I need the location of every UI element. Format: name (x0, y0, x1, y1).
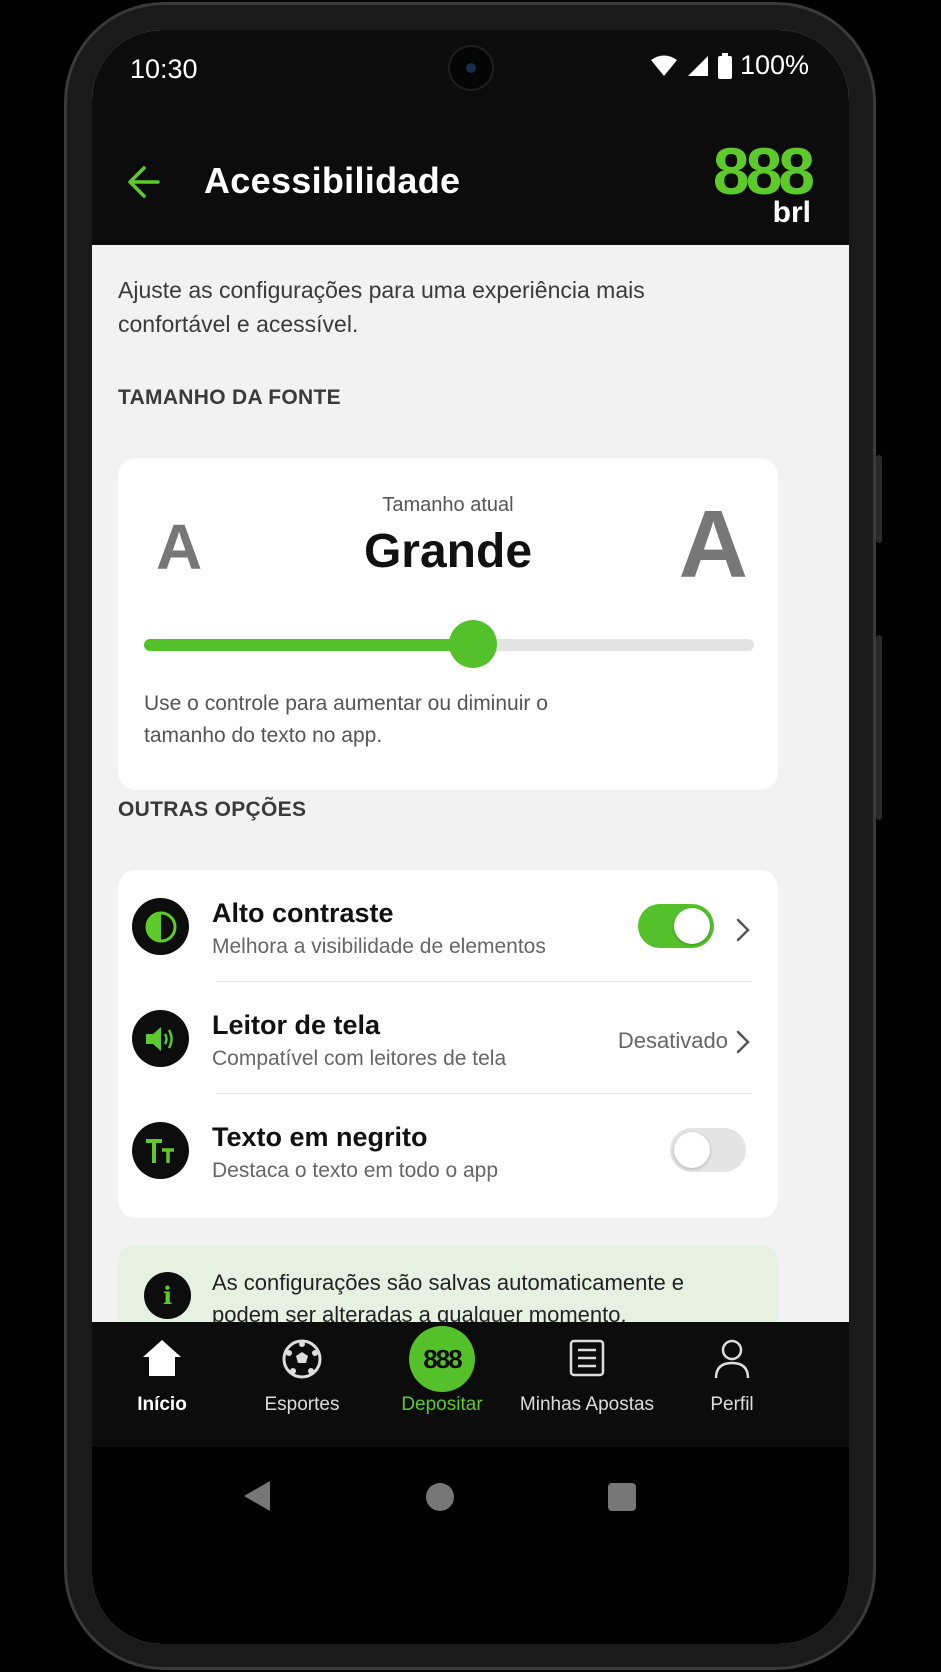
power-button (876, 635, 882, 820)
toggle-knob (674, 1132, 710, 1168)
font-size-slider[interactable] (144, 620, 754, 668)
nav-item-esportes[interactable]: Esportes (232, 1322, 372, 1447)
deposit-888-icon: 888 (409, 1326, 475, 1392)
option-title: Alto contraste (212, 898, 394, 928)
nav-item-inicio[interactable]: Início (92, 1322, 232, 1447)
options-card: Alto contraste Melhora a visibilidade de… (118, 870, 778, 1218)
toggle-knob (674, 908, 710, 944)
large-font-glyph[interactable]: A (679, 490, 748, 600)
contrast-icon (132, 898, 189, 955)
nav-label: Esportes (264, 1394, 340, 1415)
page-title: Acessibilidade (204, 160, 461, 201)
nav-label: Perfil (710, 1394, 754, 1415)
system-recents-icon[interactable] (608, 1483, 636, 1511)
nav-item-depositar[interactable]: 888 Depositar (372, 1322, 512, 1447)
front-camera (448, 45, 494, 91)
option-bold-text[interactable]: Texto em negrito Destaca o texto em todo… (118, 1094, 778, 1206)
brand-logo: 888 brl (712, 134, 815, 228)
system-navigation-bar (92, 1447, 849, 1644)
app-bar: Acessibilidade 888 brl (92, 120, 849, 245)
speaker-icon (132, 1010, 189, 1067)
volume-button (876, 455, 882, 543)
battery-percent: 100% (739, 50, 809, 80)
signal-icon (687, 55, 708, 76)
nav-item-minhas-apostas[interactable]: Minhas Apostas (507, 1322, 667, 1447)
soccer-ball-icon (282, 1339, 322, 1379)
nav-label: Início (137, 1394, 187, 1415)
intro-text: Ajuste as configurações para uma experiê… (118, 277, 645, 337)
other-options-section-label: OUTRAS OPÇÕES (118, 798, 307, 821)
bold-text-toggle[interactable] (670, 1128, 746, 1172)
status-icons: 100% (650, 50, 809, 81)
option-high-contrast[interactable]: Alto contraste Melhora a visibilidade de… (118, 870, 778, 982)
system-home-icon[interactable] (426, 1483, 454, 1511)
font-size-card: A Tamanho atual Grande A Use o controle … (118, 458, 778, 790)
text-size-icon (132, 1122, 189, 1179)
chevron-right-icon (736, 918, 750, 942)
screen: 10:30 100% Acessibilidade 888 brl Ajuste… (92, 30, 849, 1644)
nav-label: Minhas Apostas (519, 1394, 655, 1415)
option-description: Compatível com leitores de tela (212, 1047, 507, 1070)
option-title: Texto em negrito (212, 1122, 428, 1152)
battery-icon (717, 52, 732, 79)
option-title: Leitor de tela (212, 1010, 381, 1040)
high-contrast-toggle[interactable] (638, 904, 714, 948)
status-time: 10:30 (130, 54, 198, 84)
chevron-right-icon (736, 1030, 750, 1054)
option-description: Destaca o texto em todo o app (212, 1159, 499, 1182)
nav-label: Depositar (401, 1394, 483, 1415)
option-description: Melhora a visibilidade de elementos (212, 935, 546, 958)
bottom-nav: Início Esportes 888 Depositar Minhas Apo… (92, 1322, 849, 1447)
nav-item-perfil[interactable]: Perfil (662, 1322, 802, 1447)
logo-number: 888 (712, 134, 815, 208)
info-icon: i (144, 1272, 191, 1319)
wifi-icon (650, 55, 677, 76)
option-screen-reader[interactable]: Leitor de tela Compatível com leitores d… (118, 982, 778, 1094)
slider-fill (144, 639, 474, 651)
back-arrow-icon[interactable] (122, 160, 162, 204)
system-back-icon[interactable] (242, 1479, 272, 1513)
status-bar: 10:30 100% (92, 30, 849, 120)
font-size-hint: Use o controle para aumentar ou diminuir… (144, 692, 548, 747)
font-size-section-label: TAMANHO DA FONTE (118, 386, 341, 409)
home-icon (143, 1340, 181, 1376)
slider-thumb[interactable] (449, 620, 498, 668)
bets-list-icon (569, 1339, 605, 1377)
profile-icon (714, 1339, 750, 1379)
screen-reader-status: Desativado (617, 1028, 728, 1053)
